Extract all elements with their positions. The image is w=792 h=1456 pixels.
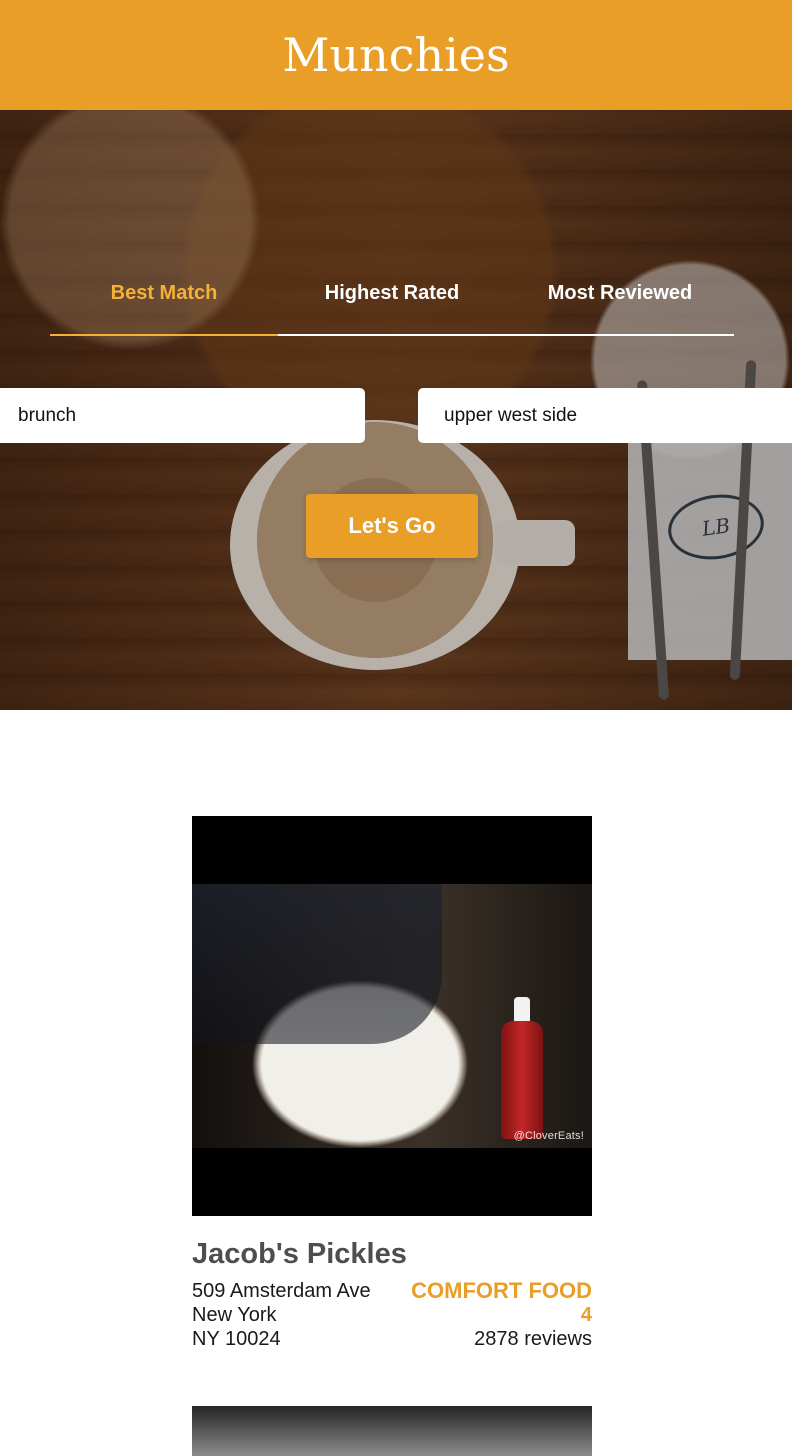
restaurant-photo: @CloverEats! [192,816,592,1216]
result-card[interactable]: @CloverEats! Jacob's Pickles 509 Amsterd… [192,816,592,1351]
image-credit: @CloverEats! [513,1130,584,1142]
sort-tabs: Best Match Highest Rated Most Reviewed [50,282,734,336]
restaurant-details: 509 Amsterdam Ave New York NY 10024 COMF… [192,1279,592,1351]
address-line-3: NY 10024 [192,1328,281,1350]
app-header: Munchies [0,0,792,110]
tab-most-reviewed[interactable]: Most Reviewed [506,282,734,334]
tab-best-match-label: Best Match [110,282,218,304]
next-result-card[interactable] [192,1406,592,1456]
diner-image [192,884,442,1044]
search-submit-button[interactable]: Let's Go [306,494,478,558]
app-title: Munchies [282,28,510,82]
search-term-input[interactable] [0,388,365,443]
restaurant-rating: 4 [580,1304,592,1326]
address-line-2: New York [192,1304,277,1326]
review-count: 2878 reviews [474,1328,592,1350]
tab-highest-rated-label: Highest Rated [324,282,460,304]
restaurant-address: 509 Amsterdam Ave New York NY 10024 [192,1279,371,1351]
restaurant-category: COMFORT FOOD [411,1278,592,1303]
restaurant-name: Jacob's Pickles [192,1238,407,1270]
tab-best-match[interactable]: Best Match [50,282,278,336]
tab-most-reviewed-label: Most Reviewed [547,282,693,304]
hero-search-section: LB Best Match Highest Rated Most Reviewe… [0,110,792,710]
sauce-bottle [501,1021,543,1139]
restaurant-meta: COMFORT FOOD 4 2878 reviews [411,1279,592,1351]
tab-highest-rated[interactable]: Highest Rated [278,282,506,334]
location-input[interactable] [418,388,792,443]
address-line-1: 509 Amsterdam Ave [192,1280,371,1302]
